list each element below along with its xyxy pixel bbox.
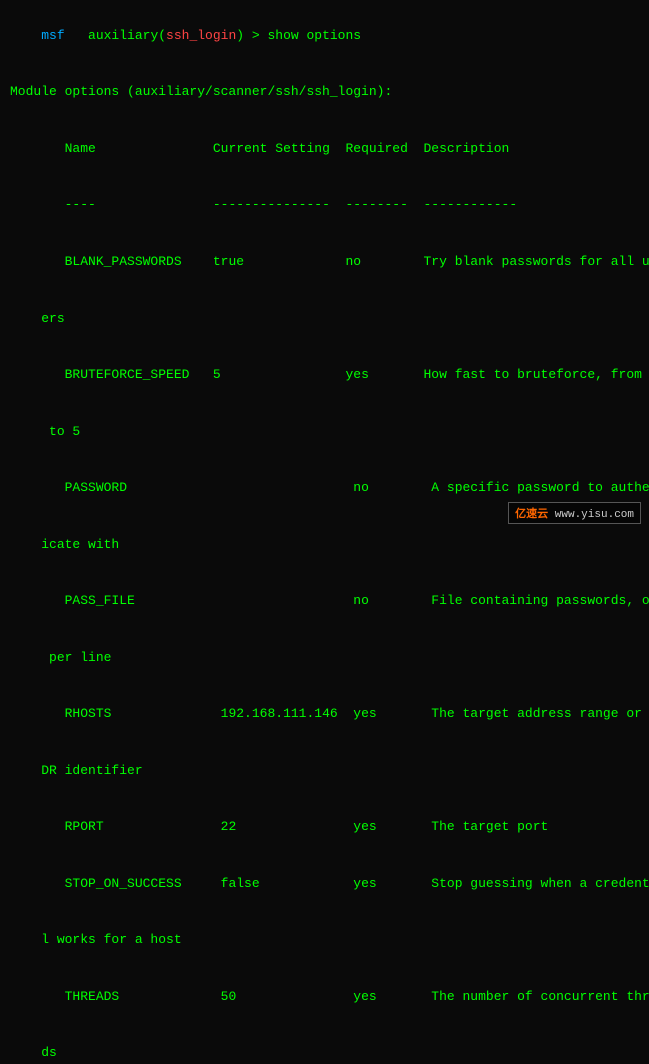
req-rhosts: yes [353, 706, 431, 721]
val-blank-passwords: true [213, 254, 346, 269]
name-threads: THREADS [41, 989, 220, 1004]
val-password [221, 480, 354, 495]
row-stop-on-success-cont: l works for a host [10, 913, 639, 970]
desc-blank-passwords: Try blank passwords for all us [424, 254, 649, 269]
col-desc-header: Description [424, 141, 510, 156]
val-stop-on-success: false [221, 876, 354, 891]
terminal: msf auxiliary(ssh_login) > show options … [0, 0, 649, 532]
val-rhosts: 192.168.111.146 [221, 706, 354, 721]
val-rport: 22 [221, 819, 354, 834]
name-password: PASSWORD [41, 480, 220, 495]
module-close: ) > show options [236, 28, 361, 43]
row-blank-passwords-cont: ers [10, 291, 639, 348]
sep-current: --------------- [213, 197, 346, 212]
table-header: Name Current Setting Required Descriptio… [10, 121, 639, 178]
name-bruteforce-speed: BRUTEFORCE_SPEED [41, 367, 213, 382]
name-blank-passwords: BLANK_PASSWORDS [41, 254, 213, 269]
watermark: 亿速云 www.yisu.com [508, 502, 641, 524]
prompt-space [65, 28, 88, 43]
name-rport: RPORT [41, 819, 220, 834]
row-threads-cont: ds [10, 1026, 639, 1064]
desc-rport: The target port [431, 819, 548, 834]
req-password: no [353, 480, 431, 495]
val-threads: 50 [221, 989, 354, 1004]
sep-desc: ------------ [424, 197, 518, 212]
row-threads: THREADS 50 yes The number of concurrent … [10, 969, 639, 1026]
row-pass-file-cont: per line [10, 630, 639, 687]
desc-pass-file: File containing passwords, one [431, 593, 649, 608]
row-stop-on-success: STOP_ON_SUCCESS false yes Stop guessing … [10, 856, 639, 913]
desc-password: A specific password to authent [431, 480, 649, 495]
msf-label: msf [41, 28, 64, 43]
desc-threads: The number of concurrent threa [431, 989, 649, 1004]
req-stop-on-success: yes [353, 876, 431, 891]
req-blank-passwords: no [345, 254, 423, 269]
row-pass-file: PASS_FILE no File containing passwords, … [10, 573, 639, 630]
name-pass-file: PASS_FILE [41, 593, 220, 608]
watermark-logo: 亿速云 [515, 509, 548, 521]
watermark-url: www.yisu.com [555, 509, 634, 521]
module-name: ssh_login [166, 28, 236, 43]
module-options-header: Module options (auxiliary/scanner/ssh/ss… [10, 83, 639, 102]
name-rhosts: RHOSTS [41, 706, 220, 721]
row-rhosts-cont: DR identifier [10, 743, 639, 800]
col-required-header: Required [345, 141, 423, 156]
row-password-cont: icate with [10, 517, 639, 574]
col-name-header: Name [41, 141, 213, 156]
desc-stop-on-success: Stop guessing when a credentia [431, 876, 649, 891]
row-bruteforce-speed: BRUTEFORCE_SPEED 5 yes How fast to brute… [10, 347, 639, 404]
table-separator: ---- --------------- -------- ----------… [10, 178, 639, 235]
val-pass-file [221, 593, 354, 608]
row-bruteforce-speed-cont: to 5 [10, 404, 639, 461]
sep-name: ---- [41, 197, 213, 212]
name-stop-on-success: STOP_ON_SUCCESS [41, 876, 220, 891]
req-bruteforce-speed: yes [345, 367, 423, 382]
val-bruteforce-speed: 5 [213, 367, 346, 382]
row-rport: RPORT 22 yes The target port [10, 799, 639, 856]
module-label: auxiliary( [88, 28, 166, 43]
row-rhosts: RHOSTS 192.168.111.146 yes The target ad… [10, 686, 639, 743]
blank-line-2 [10, 102, 639, 121]
sep-required: -------- [345, 197, 423, 212]
prompt-line: msf auxiliary(ssh_login) > show options [10, 8, 639, 65]
blank-line-1 [10, 65, 639, 84]
row-blank-passwords: BLANK_PASSWORDS true no Try blank passwo… [10, 234, 639, 291]
req-rport: yes [353, 819, 431, 834]
req-pass-file: no [353, 593, 431, 608]
desc-bruteforce-speed: How fast to bruteforce, from 0 [424, 367, 649, 382]
desc-rhosts: The target address range or CI [431, 706, 649, 721]
req-threads: yes [353, 989, 431, 1004]
col-current-header: Current Setting [213, 141, 346, 156]
